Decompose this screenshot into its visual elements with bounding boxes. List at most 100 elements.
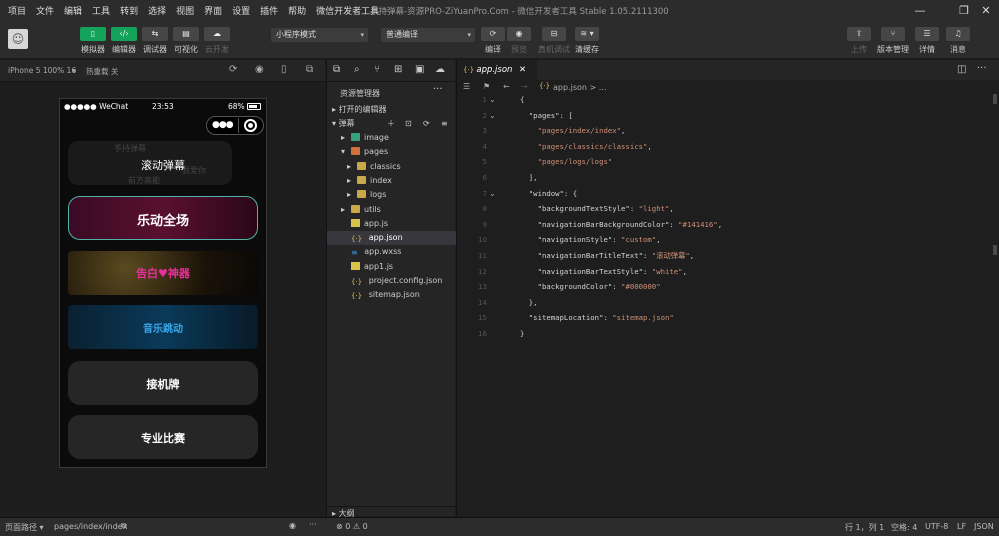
encoding[interactable]: UTF-8 xyxy=(925,522,948,531)
card-pickup[interactable]: 接机牌 xyxy=(68,361,258,405)
more-icon[interactable]: ●●● xyxy=(212,120,234,130)
card-party[interactable]: 乐动全场 xyxy=(68,196,258,240)
minimize-icon[interactable]: — xyxy=(908,2,932,19)
avatar[interactable]: ☺ xyxy=(8,29,28,49)
close-icon[interactable]: ✕ xyxy=(519,60,526,80)
split-editor-icon[interactable]: ◫ xyxy=(957,64,966,75)
more-icon[interactable]: ··· xyxy=(309,520,317,529)
back-arrow-icon[interactable]: ← xyxy=(503,82,510,91)
card-match[interactable]: 专业比赛 xyxy=(68,415,258,459)
collapse-icon[interactable]: ≡ xyxy=(441,117,448,131)
tree-item[interactable]: ▾ pages xyxy=(327,145,456,159)
more-icon[interactable]: ··· xyxy=(433,84,443,95)
project-section[interactable]: ▾ 弹幕 ＋ ⊡ ⟳ ≡ xyxy=(327,117,456,131)
cloud-icon: ☁ xyxy=(204,27,230,41)
line-ending[interactable]: LF xyxy=(957,522,966,531)
copy-icon[interactable]: ⧉ xyxy=(121,521,127,531)
image-folder-icon xyxy=(351,133,360,141)
toolbar-button[interactable]: ♫ 消息 xyxy=(941,27,975,55)
cursor-position[interactable]: 行 1，列 1 xyxy=(845,522,884,533)
search-icon[interactable]: ⌕ xyxy=(354,64,360,75)
refresh-icon[interactable]: ⟳ xyxy=(423,117,430,131)
language-mode[interactable]: JSON xyxy=(974,522,994,531)
debug-icon[interactable]: ▣ xyxy=(415,64,424,75)
page-title: 滚动弹幕 xyxy=(141,159,185,172)
menu-item[interactable]: 界面 xyxy=(199,4,227,17)
menu-item[interactable]: 转到 xyxy=(115,4,143,17)
device-select[interactable]: iPhone 5 100% 16 xyxy=(8,66,76,75)
close-window-icon[interactable]: ✕ xyxy=(974,2,998,19)
tree-item[interactable]: ▸ image xyxy=(327,131,456,145)
more-icon[interactable]: ··· xyxy=(977,63,987,74)
clear-cache-icon: ≋ ▾ xyxy=(575,27,599,41)
json-file-icon: {·} xyxy=(463,66,477,74)
toolbar-button[interactable]: ⇪ 上传 xyxy=(842,27,876,55)
card-music[interactable]: 音乐跳动 xyxy=(68,305,258,349)
tree-item[interactable]: ▸ classics xyxy=(327,160,456,174)
fold-icon[interactable]: ⌄ xyxy=(489,95,496,104)
compile-select[interactable]: 普通编译 ▾ xyxy=(381,28,475,42)
toolbar-button[interactable]: ⊟ 真机调试 xyxy=(537,27,571,55)
menu-item[interactable]: 选择 xyxy=(143,4,171,17)
tree-item[interactable]: ▸ utils xyxy=(327,203,456,217)
cloud-icon[interactable]: ☁ xyxy=(435,64,445,75)
extensions-icon[interactable]: ⊞ xyxy=(394,64,402,75)
indent-setting[interactable]: 空格: 4 xyxy=(891,522,917,533)
new-file-icon[interactable]: ＋ xyxy=(387,117,395,131)
record-icon[interactable]: ◉ xyxy=(255,64,264,75)
forward-arrow-icon[interactable]: → xyxy=(521,82,528,91)
tree-item[interactable]: ▸ logs xyxy=(327,188,456,202)
capsule-menu[interactable]: ●●● xyxy=(206,116,264,135)
source-control-icon[interactable]: ⑂ xyxy=(374,64,380,75)
eye-icon[interactable]: ◉ xyxy=(289,521,296,530)
tab-app-json[interactable]: {·} app.json ✕ xyxy=(457,60,537,80)
toolbar-button[interactable]: ‹/› 编辑器 xyxy=(107,27,141,55)
tree-item[interactable]: ▸ index xyxy=(327,174,456,188)
code-line: "navigationStyle": "custom", xyxy=(520,235,661,244)
menu-item[interactable]: 工具 xyxy=(87,4,115,17)
menu-item[interactable]: 项目 xyxy=(3,4,31,17)
popout-icon[interactable]: ⧉ xyxy=(306,64,313,75)
tree-item[interactable]: {·} app.json xyxy=(327,231,456,246)
menu-item[interactable]: 视图 xyxy=(171,4,199,17)
list-icon[interactable]: ☰ xyxy=(463,82,470,91)
toolbar-button-label: 消息 xyxy=(950,45,966,54)
toolbar-button[interactable]: ⇆ 调试器 xyxy=(138,27,172,55)
bookmark-icon[interactable]: ⚑ xyxy=(483,82,490,91)
menu-item[interactable]: 帮助 xyxy=(283,4,311,17)
toolbar-button[interactable]: ◉ 预览 xyxy=(502,27,536,55)
toolbar-button[interactable]: ▯ 模拟器 xyxy=(76,27,110,55)
card-confession[interactable]: 告白♥神器 xyxy=(68,251,258,295)
menu-item[interactable]: 文件 xyxy=(31,4,59,17)
mode-select[interactable]: 小程序模式 ▾ xyxy=(271,28,368,42)
tree-item[interactable]: app.js xyxy=(327,217,456,231)
toolbar-button-label: 清缓存 xyxy=(575,45,599,54)
toolbar-button[interactable]: ☁ 云开发 xyxy=(200,27,234,55)
new-folder-icon[interactable]: ⊡ xyxy=(405,117,412,131)
files-icon[interactable]: ⧉ xyxy=(333,64,340,75)
menu-item[interactable]: 设置 xyxy=(227,4,255,17)
toolbar-button[interactable]: ≋ ▾ 清缓存 xyxy=(570,27,604,55)
restore-icon[interactable]: ❐ xyxy=(952,2,976,19)
fold-icon[interactable]: ⌄ xyxy=(489,189,496,198)
tree-item[interactable]: ≡ app.wxss xyxy=(327,245,456,259)
toolbar-button[interactable]: ☰ 详情 xyxy=(910,27,944,55)
toolbar-button[interactable]: ▤ 可视化 xyxy=(169,27,203,55)
toolbar-button[interactable]: ⑂ 版本管理 xyxy=(876,27,910,55)
scrollbar-thumb[interactable] xyxy=(993,94,997,104)
tree-item[interactable]: {·} project.config.json xyxy=(327,274,456,288)
page-path-label[interactable]: 页面路径 ▾ xyxy=(5,522,44,533)
menu-item[interactable]: 编辑 xyxy=(59,4,87,17)
close-mini-program-icon[interactable] xyxy=(244,119,257,132)
rotate-icon[interactable]: ⟳ xyxy=(229,64,237,75)
fold-icon[interactable]: ⌄ xyxy=(489,111,496,120)
tree-item[interactable]: {·} sitemap.json xyxy=(327,288,456,302)
layout-icon: ▤ xyxy=(173,27,199,41)
code-token: { xyxy=(520,95,525,104)
menu-item[interactable]: 插件 xyxy=(255,4,283,17)
open-editors-section[interactable]: ▸ 打开的编辑器 xyxy=(327,103,456,117)
problems-count[interactable]: ⊗ 0 ⚠ 0 xyxy=(336,522,368,531)
device-icon[interactable]: ▯ xyxy=(281,64,287,75)
tree-item[interactable]: app1.js xyxy=(327,260,456,274)
hot-reload-toggle[interactable]: 热重载 关 xyxy=(86,66,118,77)
